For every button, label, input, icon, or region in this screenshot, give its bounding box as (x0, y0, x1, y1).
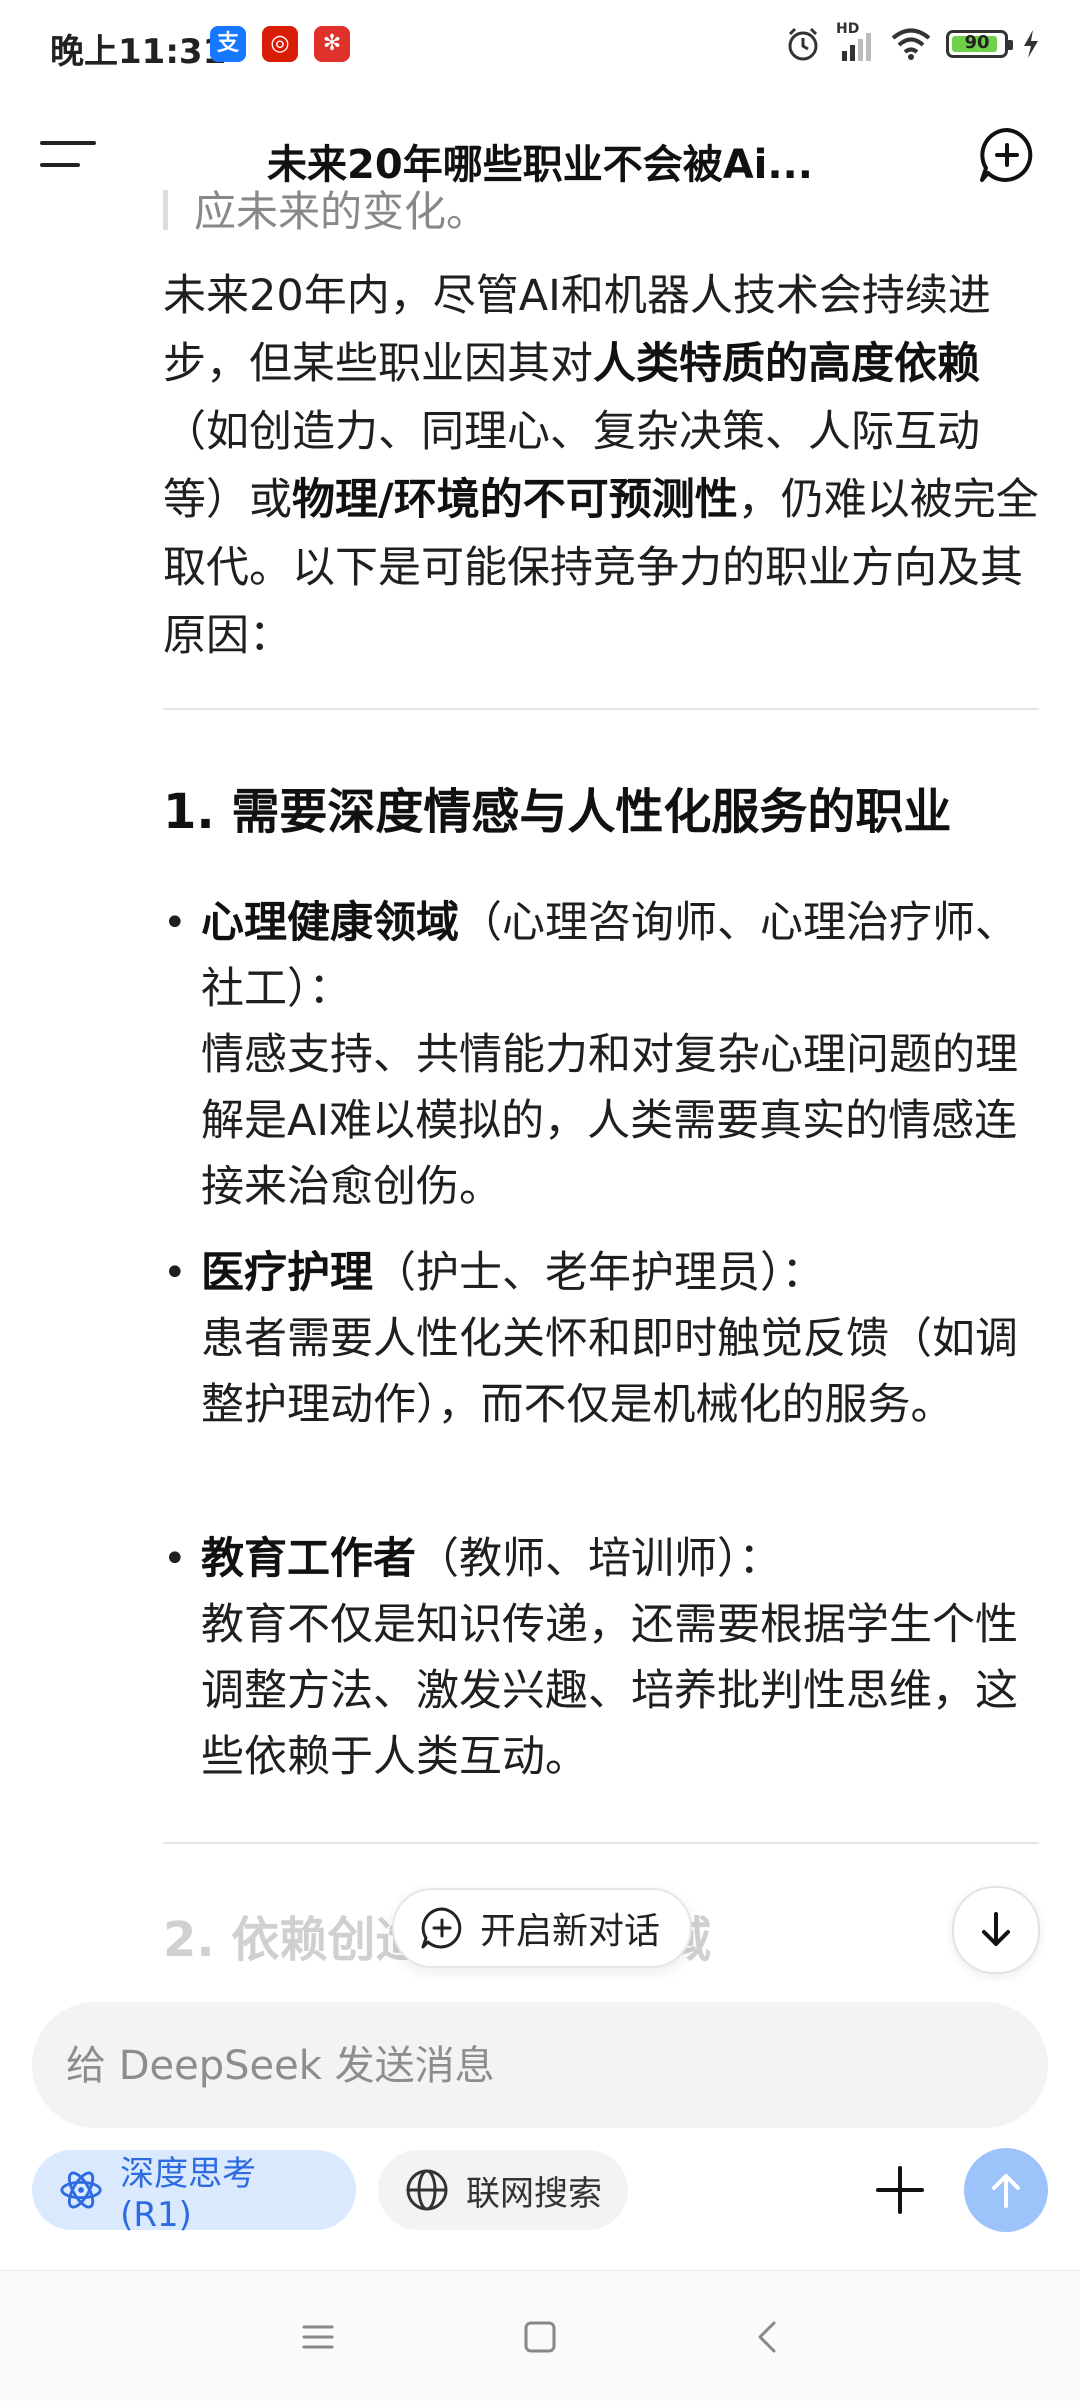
scroll-down-button[interactable] (952, 1886, 1040, 1974)
battery-icon: 90 (946, 30, 1013, 58)
app-header: 未来20年哪些职业不会被Ai... (0, 90, 1080, 220)
new-chat-icon[interactable] (978, 126, 1036, 184)
bullet-title: 教育工作者 (201, 1534, 416, 1584)
send-button[interactable] (964, 2148, 1048, 2232)
bullet-paren: （教师、培训师）： (416, 1534, 782, 1584)
web-search-label: 联网搜索 (466, 2173, 602, 2214)
new-chat-icon (421, 1907, 462, 1949)
recents-menu-icon[interactable] (296, 2315, 340, 2359)
battery-level: 90 (964, 32, 990, 53)
list-item: • 医疗护理（护士、老年护理员）： 患者需要人性化关怀和即时触觉反馈（如调整护理… (163, 1240, 1043, 1438)
system-nav-bar (0, 2270, 1080, 2401)
home-square-icon[interactable] (518, 2315, 562, 2359)
wifi-icon (891, 28, 931, 60)
bullet-dot: • (163, 900, 187, 946)
back-chevron-icon[interactable] (746, 2315, 790, 2359)
intro-bold-1: 人类特质的高度依赖 (593, 339, 980, 389)
message-composer (32, 2002, 1048, 2130)
charging-icon (1024, 30, 1038, 58)
attach-plus-icon[interactable] (870, 2160, 930, 2220)
menu-button[interactable] (40, 135, 96, 175)
status-indicators: HD 90 (784, 21, 1040, 66)
bullet-body: 情感支持、共情能力和对复杂心理问题的理解是AI难以模拟的，人类需要真实的情感连接… (201, 1030, 1018, 1212)
union-icon: ✻ (314, 26, 350, 62)
intro-bold-2: 物理/环境的不可预测性 (292, 475, 738, 525)
bullet-dot: • (163, 1250, 187, 1296)
alipay-icon: 支 (210, 26, 246, 62)
deep-think-label: 深度思考 (R1) (120, 2153, 257, 2235)
quote-fragment: 应未来的变化。 (163, 190, 488, 230)
arrow-down-icon (982, 1912, 1010, 1946)
intro-paragraph: 未来20年内，尽管AI和机器人技术会持续进步，但某些职业因其对人类特质的高度依赖… (163, 262, 1043, 670)
deep-think-toggle[interactable]: 深度思考 (R1) (32, 2150, 356, 2235)
status-bar: 晚上11:31 支 ◎ ✻ HD 90 (0, 0, 1080, 90)
new-chat-label: 开启新对话 (480, 1911, 661, 1952)
bullet-body: 患者需要人性化关怀和即时触觉反馈（如调整护理动作），而不仅是机械化的服务。 (201, 1314, 1018, 1430)
divider (163, 708, 1039, 710)
divider (163, 1842, 1039, 1844)
bullet-body: 教育不仅是知识传递，还需要根据学生个性调整方法、激发兴趣、培养批判性思维，这些依… (201, 1600, 1018, 1782)
bullet-dot: • (163, 1536, 187, 1582)
signal-icon: HD (836, 21, 876, 63)
bullet-title: 医疗护理 (201, 1248, 373, 1298)
arrow-up-icon (992, 2174, 1020, 2208)
message-input[interactable] (64, 2002, 968, 2130)
atom-icon (60, 2171, 102, 2209)
bullet-title: 心理健康领域 (201, 898, 459, 948)
section-1-heading: 1. 需要深度情感与人性化服务的职业 (163, 784, 952, 840)
status-time: 晚上11:31 (50, 32, 227, 72)
web-search-toggle[interactable]: 联网搜索 (378, 2150, 628, 2230)
bullet-paren: （护士、老年护理员）： (373, 1248, 825, 1298)
new-chat-button[interactable]: 开启新对话 (392, 1888, 692, 1968)
list-item: • 教育工作者（教师、培训师）： 教育不仅是知识传递，还需要根据学生个性调整方法… (163, 1526, 1043, 1790)
list-item: • 心理健康领域（心理咨询师、心理治疗师、社工）： 情感支持、共情能力和对复杂心… (163, 890, 1043, 1220)
bank-icon: ◎ (262, 26, 298, 62)
globe-icon (406, 2169, 448, 2211)
page-title: 未来20年哪些职业不会被Ai... (267, 142, 813, 188)
alarm-icon (788, 27, 818, 61)
